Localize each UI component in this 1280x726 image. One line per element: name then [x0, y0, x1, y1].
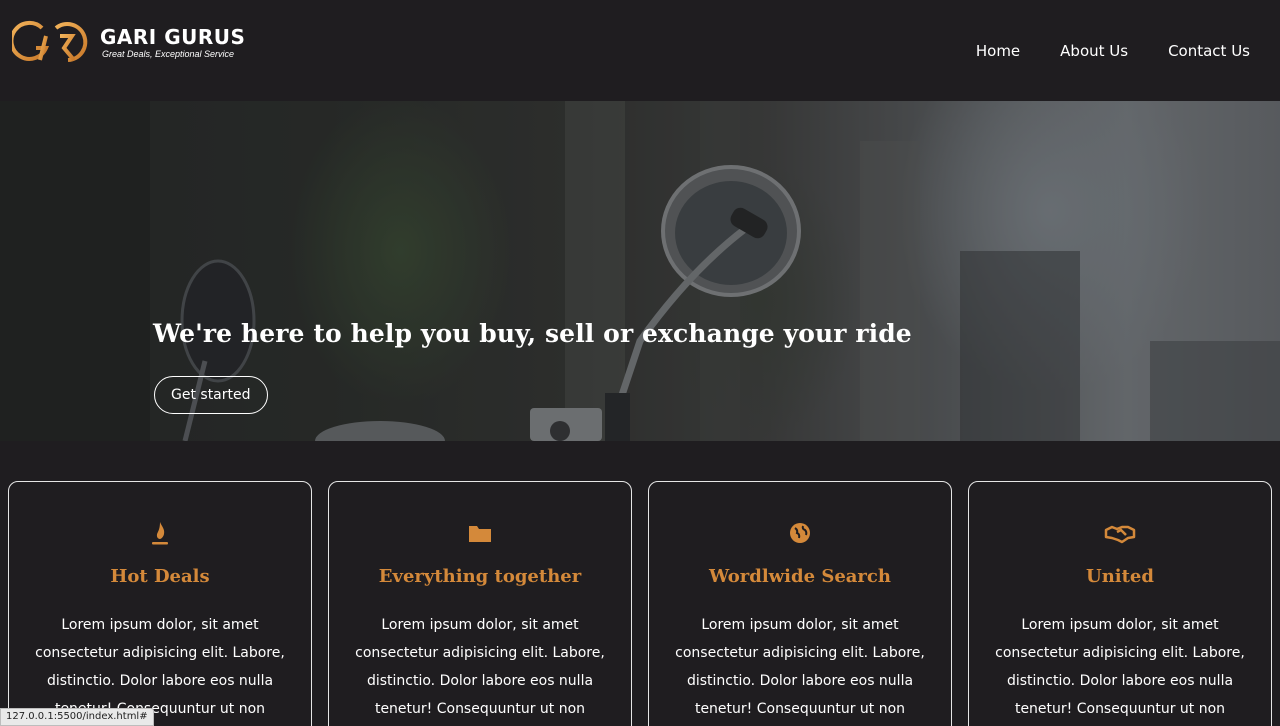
site-header: GARI GURUS Great Deals, Exceptional Serv…	[0, 0, 1280, 101]
feature-cards: Hot Deals Lorem ipsum dolor, sit amet co…	[8, 481, 1272, 726]
fire-icon	[152, 522, 168, 545]
get-started-button[interactable]: Get started	[154, 376, 268, 414]
hero-title: We're here to help you buy, sell or exch…	[153, 319, 912, 348]
logo[interactable]: GARI GURUS Great Deals, Exceptional Serv…	[12, 20, 245, 64]
card-title: Everything together	[378, 566, 582, 587]
card-title: United	[1086, 566, 1154, 587]
nav-contact-link[interactable]: Contact Us	[1168, 42, 1250, 60]
brand-name: GARI GURUS	[100, 24, 246, 49]
feature-card-hot-deals: Hot Deals Lorem ipsum dolor, sit amet co…	[8, 481, 312, 726]
feature-card-everything-together: Everything together Lorem ipsum dolor, s…	[328, 481, 632, 726]
folder-icon	[469, 526, 491, 542]
globe-icon	[790, 523, 810, 543]
hero-section: We're here to help you buy, sell or exch…	[0, 101, 1280, 441]
card-title: Wordlwide Search	[709, 566, 891, 587]
handshake-icon	[1104, 525, 1136, 544]
feature-card-worldwide-search: Wordlwide Search Lorem ipsum dolor, sit …	[648, 481, 952, 726]
card-text: Lorem ipsum dolor, sit amet consectetur …	[355, 617, 605, 717]
card-text: Lorem ipsum dolor, sit amet consectetur …	[675, 617, 925, 717]
browser-status-url: 127.0.0.1:5500/index.html#	[0, 708, 154, 726]
main-nav: Home About Us Contact Us	[976, 42, 1250, 60]
nav-home-link[interactable]: Home	[976, 42, 1020, 60]
logo-mark-icon	[12, 20, 88, 62]
brand-tagline: Great Deals, Exceptional Service	[102, 48, 235, 59]
card-title: Hot Deals	[110, 566, 210, 587]
nav-about-link[interactable]: About Us	[1060, 42, 1128, 60]
card-text: Lorem ipsum dolor, sit amet consectetur …	[995, 617, 1245, 717]
feature-card-united: United Lorem ipsum dolor, sit amet conse…	[968, 481, 1272, 726]
